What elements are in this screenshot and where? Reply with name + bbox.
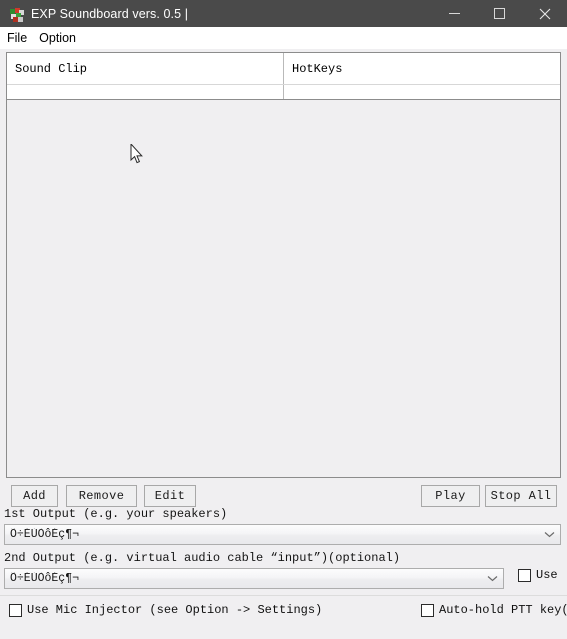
second-output-label: 2nd Output (e.g. virtual audio cable “in… <box>4 551 401 565</box>
add-button[interactable]: Add <box>11 485 58 507</box>
close-button[interactable] <box>522 0 567 27</box>
column-header-hotkeys[interactable]: HotKeys <box>283 53 560 84</box>
chevron-down-icon[interactable] <box>538 531 560 538</box>
checkbox-box[interactable] <box>518 568 531 582</box>
title-bar: EXP Soundboard vers. 0.5 | <box>0 0 567 27</box>
chevron-down-icon[interactable] <box>481 575 503 582</box>
maximize-icon <box>494 8 505 19</box>
list-body[interactable] <box>7 100 560 477</box>
auto-hold-ptt-label: Auto-hold PTT key(s) <box>439 603 567 617</box>
second-output-use-checkbox[interactable]: Use <box>518 568 558 582</box>
first-output-select[interactable]: Õ÷ÉÙÒôÉç¶¬ <box>4 524 561 545</box>
window-title: EXP Soundboard vers. 0.5 | <box>31 6 189 21</box>
use-mic-injector-checkbox[interactable]: Use Mic Injector (see Option -> Settings… <box>9 603 322 617</box>
auto-hold-ptt-checkbox[interactable]: Auto-hold PTT key(s) <box>421 603 567 617</box>
menu-bar: File Option <box>0 27 567 49</box>
app-bug-icon <box>8 6 24 22</box>
first-output-label: 1st Output (e.g. your speakers) <box>4 507 228 521</box>
edit-button[interactable]: Edit <box>144 485 196 507</box>
checkbox-box[interactable] <box>421 603 434 617</box>
window-controls <box>432 0 567 27</box>
minimize-icon <box>449 13 460 14</box>
action-button-row: Add Remove Edit Play Stop All <box>6 485 561 507</box>
main-content: Sound Clip HotKeys Add Remove Edit Play … <box>0 49 567 639</box>
menu-item-option[interactable]: Option <box>37 29 83 48</box>
column-header-sound-clip[interactable]: Sound Clip <box>7 53 283 84</box>
second-output-use-label: Use <box>536 568 558 582</box>
stop-all-button[interactable]: Stop All <box>485 485 557 507</box>
list-empty-cell-hotkeys <box>283 85 560 99</box>
list-header: Sound Clip HotKeys <box>7 53 560 85</box>
menu-item-file[interactable]: File <box>5 29 34 48</box>
checkbox-box[interactable] <box>9 603 22 617</box>
sound-clip-list[interactable]: Sound Clip HotKeys <box>6 52 561 478</box>
close-icon <box>539 8 550 19</box>
remove-button[interactable]: Remove <box>66 485 137 507</box>
app-window: EXP Soundboard vers. 0.5 | File Option S… <box>0 0 567 639</box>
minimize-button[interactable] <box>432 0 477 27</box>
list-empty-row <box>7 85 560 100</box>
footer-divider <box>0 595 567 596</box>
play-button[interactable]: Play <box>421 485 480 507</box>
first-output-value: Õ÷ÉÙÒôÉç¶¬ <box>10 528 80 541</box>
second-output-value: Õ÷ÉÙÒôÉç¶¬ <box>10 572 80 585</box>
second-output-select[interactable]: Õ÷ÉÙÒôÉç¶¬ <box>4 568 504 589</box>
use-mic-injector-label: Use Mic Injector (see Option -> Settings… <box>27 603 323 617</box>
maximize-button[interactable] <box>477 0 522 27</box>
list-empty-cell-clip <box>7 85 283 99</box>
